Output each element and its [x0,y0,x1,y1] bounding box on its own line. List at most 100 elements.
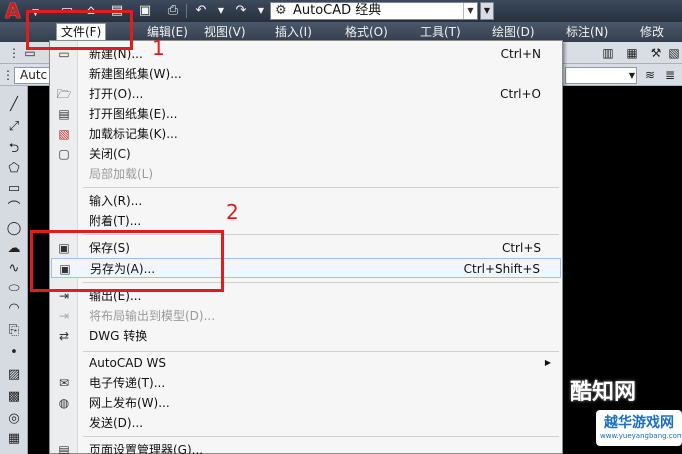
construction-line-icon[interactable]: ⤢ [4,118,24,136]
sheet-set-icon[interactable]: ▧ [666,45,682,61]
gear-icon: ⚙ [275,3,287,18]
tool-palettes-icon[interactable]: ⚒ [648,45,664,61]
menu-item-autocad-ws[interactable]: AutoCAD WS ▶ [51,353,561,373]
menu-item-label: 新建图纸集(W)... [89,67,182,81]
draw-toolbar: ╱ ⤢ ⮌ ⬠ ▭ ⌒ ◯ ☁ ∿ ⬭ ◠ ⎘ • ▨ ▩ ◎ ▦ [0,86,28,454]
menu-item-label: 加载标记集(K)... [89,127,178,141]
menu-item-label: 关闭(C) [89,147,131,161]
menu-item-publish-web[interactable]: ◍ 网上发布(W)... [51,393,561,413]
menu-item-send[interactable]: 发送(D)... [51,413,561,433]
markup-set-icon: ▧ [58,127,70,141]
menu-item-shortcut: Ctrl+N [500,47,541,61]
menu-item-label: 打开图纸集(E)... [89,107,178,121]
menu-item-attach[interactable]: 附着(T)... [51,211,561,231]
menu-item-label: 页面设置管理器(G)... [89,443,204,454]
menu-dimension[interactable]: 标注(N) [566,24,608,40]
menu-insert[interactable]: 插入(I) [275,24,312,40]
undo-dropdown-icon[interactable]: ▼ [212,3,230,19]
chevron-down-icon: ▼ [463,3,477,19]
menu-tools[interactable]: 工具(T) [420,24,461,40]
watermark-badge-title: 越华游戏网 [604,415,674,431]
menu-format[interactable]: 格式(O) [345,24,388,40]
insert-block-icon[interactable]: ⎘ [4,322,24,340]
gradient-icon[interactable]: ▩ [4,388,24,406]
annotation-step-2: 2 [226,200,239,224]
menu-view[interactable]: 视图(V) [204,24,246,40]
menu-item-label: 电子传递(T)... [89,376,166,390]
arc-icon[interactable]: ⌒ [4,200,24,218]
point-icon[interactable]: • [4,344,24,362]
annotation-box-save [30,230,224,292]
properties-icon[interactable]: ▥ [600,45,616,61]
layer-properties-icon[interactable]: ≋ [642,67,658,83]
menu-item-shortcut: Ctrl+O [500,87,541,101]
ellipse-icon[interactable]: ⬭ [4,280,24,298]
menu-item-label: AutoCAD WS [89,356,166,370]
customize-quick-access-button[interactable]: ▼ [480,2,494,20]
menu-item-label: 附着(T)... [89,214,142,228]
watermark-badge-url: www.yueyangbang.com [600,432,682,440]
save-as-icon[interactable]: ▣ [136,3,154,19]
undo-icon[interactable]: ↶ [192,3,210,19]
chevron-down-icon: ▼ [628,71,635,80]
menu-item-new-sheet-set[interactable]: 新建图纸集(W)... [51,64,561,84]
region-icon[interactable]: ◎ [4,410,24,428]
redo-dropdown-icon[interactable]: ▼ [252,3,270,19]
grip-icon: ⋮ [8,46,20,60]
hatch-icon[interactable]: ▨ [4,366,24,384]
menu-item-label: 发送(D)... [89,416,144,430]
watermark-badge: 越华游戏网 www.yueyangbang.com [596,410,682,446]
revision-cloud-icon[interactable]: ☁ [4,240,24,258]
menu-item-open[interactable]: 🗁 打开(O)... Ctrl+O [51,84,561,104]
menu-item-import[interactable]: 输入(R)... [51,191,561,211]
watermark-name: 酷知网 [570,380,637,405]
text-style-select[interactable]: Autc [14,67,50,84]
menu-item-shortcut: Ctrl+Shift+S [463,262,540,276]
rectangle-icon[interactable]: ▭ [4,180,24,198]
menu-item-load-markup[interactable]: ▧ 加载标记集(K)... [51,124,561,144]
menu-item-page-setup[interactable]: ▤ 页面设置管理器(G)... [51,440,561,454]
menu-item-partial-load: 局部加载(L) [51,164,561,184]
menu-item-label: DWG 转换 [89,329,148,343]
redo-icon[interactable]: ↷ [232,3,250,19]
page-setup-icon: ▤ [58,443,70,454]
menu-item-open-sheet-set[interactable]: ▤ 打开图纸集(E)... [51,104,561,124]
autocad-a-icon: A [5,0,21,23]
menu-item-etransmit[interactable]: ✉ 电子传递(T)... [51,373,561,393]
annotation-box-file-menu [26,10,133,50]
menu-item-label: 打开(O)... [89,87,144,101]
menu-item-shortcut: Ctrl+S [501,241,541,255]
dwg-convert-icon: ⇄ [58,329,70,343]
table-icon[interactable]: ▦ [4,430,24,448]
menu-item-dwg-convert[interactable]: ⇄ DWG 转换 [51,326,561,346]
submenu-arrow-icon: ▶ [544,358,551,367]
design-center-icon[interactable]: ▦ [624,45,640,61]
menu-draw[interactable]: 绘图(D) [492,24,535,40]
circle-icon[interactable]: ◯ [4,220,24,238]
menu-separator [83,351,559,352]
annotation-step-1: 1 [152,36,165,60]
menu-item-label: 网上发布(W)... [89,396,170,410]
ellipse-arc-icon[interactable]: ◠ [4,300,24,318]
line-icon[interactable]: ╱ [4,96,24,114]
publish-web-icon: ◍ [58,396,70,410]
menu-item-label: 输入(R)... [89,194,143,208]
polyline-icon[interactable]: ⮌ [4,140,24,158]
layer-state-icon[interactable]: ≣ [662,67,678,83]
open-sheet-set-icon: ▤ [58,107,70,121]
polygon-icon[interactable]: ⬠ [4,160,24,178]
menu-item-label: 局部加载(L) [89,167,154,181]
layer-select[interactable]: ▼ [565,67,637,84]
etransmit-icon: ✉ [58,376,70,390]
toolbar-divider [186,4,187,18]
spline-icon[interactable]: ∿ [4,260,24,278]
close-document-icon: ▢ [58,147,70,161]
workspace-select[interactable]: ⚙ AutoCAD 经典 ▼ [270,2,478,20]
print-icon[interactable]: ⎙ [164,3,182,19]
menu-separator [83,436,559,437]
menu-item-close[interactable]: ▢ 关闭(C) [51,144,561,164]
open-folder-icon: 🗁 [56,87,72,101]
menu-modify[interactable]: 修改(M) [640,24,682,55]
export-layout-icon: ⇥ [58,309,70,323]
menu-item-export-layout: ⇥ 将布局输出到模型(D)... [51,306,561,326]
